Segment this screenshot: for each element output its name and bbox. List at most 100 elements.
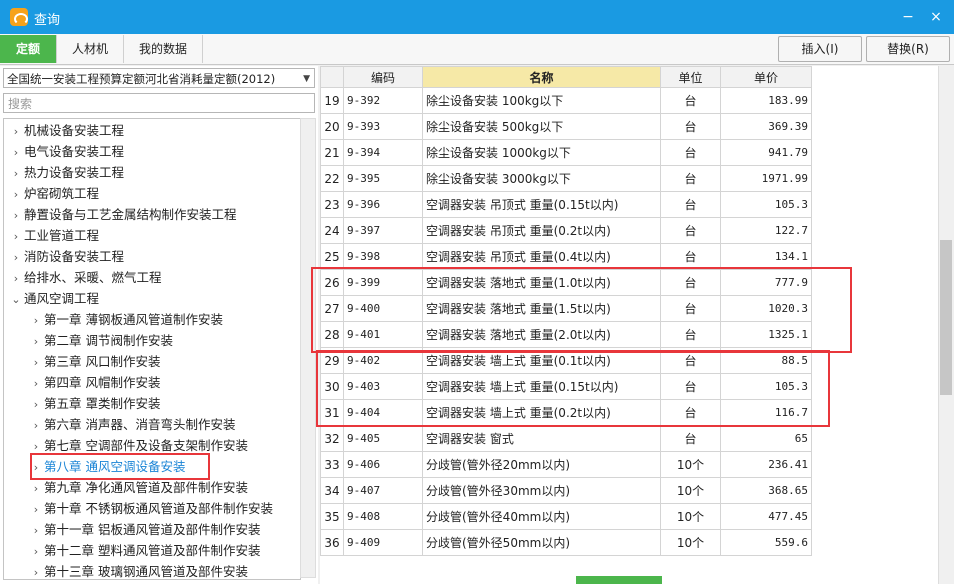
chevron-right-icon[interactable]: ›: [28, 520, 44, 541]
row-code: 9-395: [343, 165, 423, 192]
table-row[interactable]: 35 9-408 分歧管(管外径40mm以内) 10个 477.45: [320, 503, 812, 530]
row-index: 23: [320, 191, 344, 218]
tree-item[interactable]: › 第二章 调节阀制作安装: [28, 330, 173, 351]
col-header-price[interactable]: 单价: [720, 66, 812, 88]
chevron-right-icon[interactable]: ›: [28, 541, 44, 562]
row-index: 33: [320, 451, 344, 478]
table-row[interactable]: 33 9-406 分歧管(管外径20mm以内) 10个 236.41: [320, 451, 812, 478]
tree-item[interactable]: › 第八章 通风空调设备安装: [28, 456, 186, 478]
tree-item[interactable]: › 第一章 薄钢板通风管道制作安装: [28, 309, 223, 330]
insert-button[interactable]: 插入(I): [778, 36, 862, 62]
tree-item[interactable]: › 给排水、采暖、燃气工程: [8, 267, 162, 288]
chevron-right-icon[interactable]: ›: [28, 310, 44, 331]
tab-quota[interactable]: 定额: [0, 35, 57, 63]
tree-item[interactable]: › 第十章 不锈钢板通风管道及部件制作安装: [28, 498, 273, 519]
tree-item[interactable]: › 第十三章 玻璃钢通风管道及部件安装: [28, 561, 248, 579]
table-row[interactable]: 26 9-399 空调器安装 落地式 重量(1.0t以内) 台 777.9: [320, 269, 812, 296]
table-row[interactable]: 28 9-401 空调器安装 落地式 重量(2.0t以内) 台 1325.1: [320, 321, 812, 348]
row-price: 65: [720, 425, 812, 452]
grid-scrollbar-thumb[interactable]: [940, 240, 952, 395]
col-header-code[interactable]: 编码: [343, 66, 423, 88]
table-row[interactable]: 21 9-394 除尘设备安装 1000kg以下台 941.79: [320, 139, 812, 166]
row-unit: 台: [660, 321, 721, 348]
chevron-right-icon[interactable]: ›: [8, 226, 24, 247]
row-unit: 10个: [660, 477, 721, 504]
close-button[interactable]: ×: [926, 7, 946, 27]
chevron-right-icon[interactable]: ›: [28, 394, 44, 415]
chevron-right-icon[interactable]: ›: [28, 373, 44, 394]
table-row[interactable]: 34 9-407 分歧管(管外径30mm以内) 10个 368.65: [320, 477, 812, 504]
tree-item[interactable]: › 第七章 空调部件及设备支架制作安装: [28, 435, 248, 456]
table-row[interactable]: 25 9-398 空调器安装 吊顶式 重量(0.4t以内) 台 134.1: [320, 243, 812, 270]
row-code: 9-398: [343, 243, 423, 270]
table-row[interactable]: 27 9-400 空调器安装 落地式 重量(1.5t以内) 台 1020.3: [320, 295, 812, 322]
table-row[interactable]: 32 9-405 空调器安装 窗式台 65: [320, 425, 812, 452]
table-row[interactable]: 20 9-393 除尘设备安装 500kg以下台 369.39: [320, 113, 812, 140]
tree-item[interactable]: ⌄ 通风空调工程: [8, 288, 99, 309]
chevron-right-icon[interactable]: ›: [28, 436, 44, 457]
chevron-right-icon[interactable]: ›: [28, 457, 44, 478]
row-name: 空调器安装 落地式 重量(1.0t以内): [422, 269, 661, 296]
tab-my-data[interactable]: 我的数据: [124, 35, 203, 63]
chevron-right-icon[interactable]: ›: [28, 415, 44, 436]
tree-item[interactable]: › 第六章 消声器、消音弯头制作安装: [28, 414, 236, 436]
tree-item[interactable]: › 工业管道工程: [8, 225, 99, 246]
row-unit: 台: [660, 295, 721, 322]
chevron-right-icon[interactable]: ›: [8, 184, 24, 205]
tree-item[interactable]: › 机械设备安装工程: [8, 120, 124, 141]
table-row[interactable]: 31 9-404 空调器安装 墙上式 重量(0.2t以内) 台 116.7: [320, 399, 812, 426]
table-row[interactable]: 29 9-402 空调器安装 墙上式 重量(0.1t以内) 台 88.5: [320, 347, 812, 374]
quota-library-select[interactable]: 全国统一安装工程预算定额河北省消耗量定额(2012) ▼: [3, 68, 315, 88]
chevron-right-icon[interactable]: ›: [8, 163, 24, 184]
tree-item[interactable]: › 静置设备与工艺金属结构制作安装工程: [8, 204, 237, 225]
col-header-unit[interactable]: 单位: [660, 66, 721, 88]
tree-item[interactable]: › 第四章 风帽制作安装: [28, 372, 161, 394]
minimize-button[interactable]: −: [898, 7, 918, 27]
app-icon: [10, 8, 28, 26]
chevron-right-icon[interactable]: ›: [8, 142, 24, 163]
tree-item[interactable]: › 电气设备安装工程: [8, 141, 124, 162]
replace-button[interactable]: 替换(R): [866, 36, 950, 62]
chevron-right-icon[interactable]: ›: [8, 205, 24, 226]
search-input[interactable]: 搜索: [3, 93, 315, 113]
row-name: 除尘设备安装 500kg以下: [422, 113, 661, 140]
tree-item-label: 第九章 净化通风管道及部件制作安装: [44, 480, 248, 495]
table-row[interactable]: 30 9-403 空调器安装 墙上式 重量(0.15t以内) 台 105.3: [320, 373, 812, 400]
row-price: 88.5: [720, 347, 812, 374]
tree-item[interactable]: › 第十一章 铝板通风管道及部件制作安装: [28, 519, 261, 541]
chevron-right-icon[interactable]: ›: [28, 499, 44, 520]
row-index: 30: [320, 373, 344, 400]
table-row[interactable]: 24 9-397 空调器安装 吊顶式 重量(0.2t以内) 台 122.7: [320, 217, 812, 244]
tree-item[interactable]: › 第三章 风口制作安装: [28, 351, 161, 373]
chevron-down-icon: ▼: [303, 74, 310, 84]
splitter-handle[interactable]: [576, 576, 662, 584]
table-row[interactable]: 19 9-392 除尘设备安装 100kg以下台 183.99: [320, 87, 812, 114]
chevron-down-icon[interactable]: ⌄: [8, 289, 24, 310]
chevron-right-icon[interactable]: ›: [28, 562, 44, 579]
tree-item[interactable]: › 炉窑砌筑工程: [8, 183, 99, 204]
table-row[interactable]: 23 9-396 空调器安装 吊顶式 重量(0.15t以内) 台 105.3: [320, 191, 812, 218]
tree-item[interactable]: › 第九章 净化通风管道及部件制作安装: [28, 477, 248, 498]
row-code: 9-402: [343, 347, 423, 374]
row-unit: 台: [660, 347, 721, 374]
table-row[interactable]: 36 9-409 分歧管(管外径50mm以内) 10个 559.6: [320, 529, 812, 556]
tree-item-label: 第十一章 铝板通风管道及部件制作安装: [44, 522, 261, 537]
row-unit: 台: [660, 165, 721, 192]
tree-item[interactable]: › 第十二章 塑料通风管道及部件制作安装: [28, 540, 261, 562]
tree-item[interactable]: › 消防设备安装工程: [8, 246, 124, 267]
row-name: 除尘设备安装 3000kg以下: [422, 165, 661, 192]
row-unit: 台: [660, 191, 721, 218]
chevron-right-icon[interactable]: ›: [8, 268, 24, 289]
chevron-right-icon[interactable]: ›: [8, 121, 24, 142]
tab-labor-material-machine[interactable]: 人材机: [57, 35, 124, 63]
row-price: 369.39: [720, 113, 812, 140]
tree-item[interactable]: › 热力设备安装工程: [8, 162, 124, 183]
chevron-right-icon[interactable]: ›: [28, 331, 44, 352]
chevron-right-icon[interactable]: ›: [28, 478, 44, 499]
chevron-right-icon[interactable]: ›: [8, 247, 24, 268]
table-row[interactable]: 22 9-395 除尘设备安装 3000kg以下台 1971.99: [320, 165, 812, 192]
chevron-right-icon[interactable]: ›: [28, 352, 44, 373]
tree-item[interactable]: › 第五章 罩类制作安装: [28, 393, 161, 415]
tree-scrollbar[interactable]: [300, 118, 316, 578]
col-header-name[interactable]: 名称: [422, 66, 661, 88]
